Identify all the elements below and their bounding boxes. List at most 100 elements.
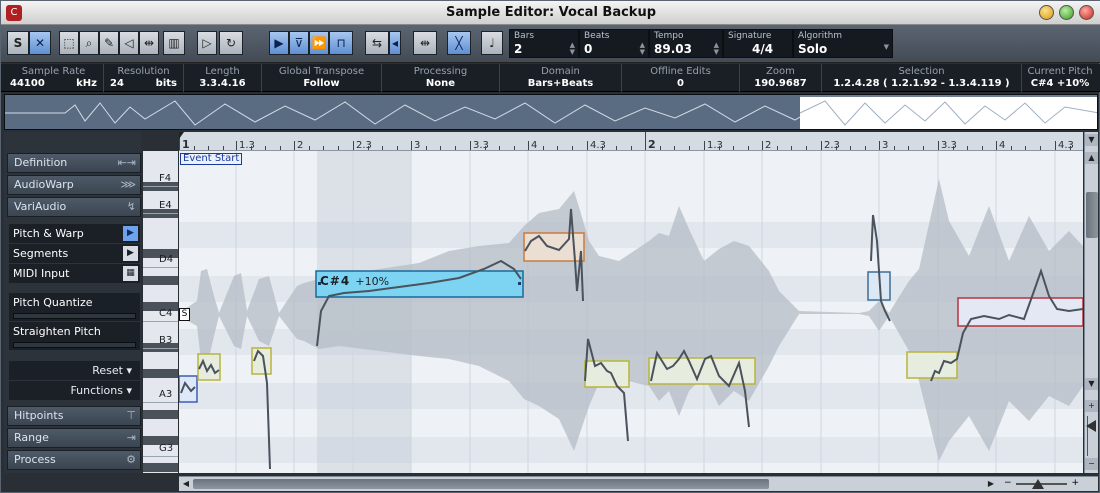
split-button[interactable]: ⇹ bbox=[413, 31, 437, 55]
horizontal-zoom-slider[interactable]: − + bbox=[1004, 478, 1079, 490]
timewarp-tool[interactable]: ▥ bbox=[163, 31, 185, 55]
algorithm-value[interactable]: Solo bbox=[798, 42, 827, 56]
ruler-start-marker[interactable] bbox=[179, 132, 184, 139]
info-current-pitch[interactable]: Current Pitch C#4 +10% bbox=[1022, 64, 1098, 92]
hzoom-plus-icon[interactable]: + bbox=[1071, 478, 1079, 488]
algorithm-dropdown-arrow[interactable]: ▼ bbox=[884, 44, 889, 51]
sample-editor-window: C Sample Editor: Vocal Backup S ✕ ⬚ ⌕ ✎ … bbox=[0, 0, 1100, 493]
waveform-editor[interactable]: Event Start C#4 +10% bbox=[179, 151, 1083, 473]
section-range[interactable]: Range ⇥ bbox=[7, 428, 141, 448]
range-icon: ⇥ bbox=[126, 431, 136, 444]
loop-button[interactable]: ↻ bbox=[219, 31, 243, 55]
piano-black-key[interactable] bbox=[143, 409, 178, 419]
section-variaudio[interactable]: VariAudio ↯ bbox=[7, 197, 141, 217]
vertical-scrollbar[interactable]: ▼ ▲ ▼ + − bbox=[1084, 132, 1098, 473]
listen-speaker-button[interactable]: ✕ bbox=[29, 31, 51, 55]
segment[interactable] bbox=[584, 360, 630, 388]
beats-spinner[interactable]: ▲ ▼ bbox=[640, 42, 645, 56]
pitch-quantize-slider[interactable] bbox=[13, 313, 136, 319]
info-offline-edits[interactable]: Offline Edits 0 bbox=[622, 64, 740, 92]
section-hitpoints[interactable]: Hitpoints ⊤ bbox=[7, 406, 141, 426]
overview-line[interactable] bbox=[4, 94, 1098, 130]
info-global-transpose[interactable]: Global Transpose Follow bbox=[262, 64, 382, 92]
zoom-tool[interactable]: ⌕ bbox=[79, 31, 99, 55]
audiowarp-icon: ⋙ bbox=[120, 178, 136, 191]
show-regions-button[interactable]: ⏩ bbox=[309, 31, 329, 55]
maximize-button[interactable] bbox=[1059, 5, 1074, 20]
close-button[interactable] bbox=[1079, 5, 1094, 20]
section-process[interactable]: Process ⚙ bbox=[7, 450, 141, 470]
selected-segment-label: C#4 +10% bbox=[320, 274, 389, 288]
info-processing[interactable]: Processing None bbox=[382, 64, 500, 92]
scroll-top-arrow-icon[interactable]: ▲ bbox=[1085, 152, 1098, 164]
section-audiowarp[interactable]: AudioWarp ⋙ bbox=[7, 175, 141, 195]
info-sample-rate[interactable]: Sample Rate 44100 kHz bbox=[4, 64, 104, 92]
tempo-value[interactable]: 89.03 bbox=[654, 42, 692, 56]
straighten-pitch-slider[interactable] bbox=[13, 342, 136, 348]
beats-value[interactable]: 0 bbox=[584, 42, 592, 56]
solo-editor-button[interactable]: S bbox=[7, 31, 29, 55]
algorithm-field[interactable]: Algorithm Solo ▼ bbox=[793, 29, 893, 58]
minimize-button[interactable] bbox=[1039, 5, 1054, 20]
segment[interactable] bbox=[906, 351, 958, 379]
pitch-quantize-control[interactable]: Pitch Quantize bbox=[9, 293, 140, 321]
signature-value[interactable]: 4/4 bbox=[752, 42, 773, 56]
info-length[interactable]: Length 3.3.4.16 bbox=[184, 64, 262, 92]
snap-zero-button[interactable]: ⊽ bbox=[289, 31, 309, 55]
mode-midi-input[interactable]: MIDI Input ▦ bbox=[9, 264, 140, 283]
functions-menu[interactable]: Functions ▾ bbox=[9, 381, 140, 400]
scroll-left-arrow-icon[interactable]: ◀ bbox=[180, 478, 192, 490]
vertical-zoom-knob[interactable] bbox=[1086, 420, 1096, 432]
ruler-subtick bbox=[719, 146, 720, 150]
straighten-pitch-control[interactable]: Straighten Pitch bbox=[9, 322, 140, 350]
ruler-subtick bbox=[894, 146, 895, 150]
info-zoom[interactable]: Zoom 190.9687 bbox=[740, 64, 822, 92]
hitpoints-button[interactable]: ⊓ bbox=[329, 31, 353, 55]
section-definition[interactable]: Definition ⇤⇥ bbox=[7, 153, 141, 173]
scroll-down-arrow-icon[interactable]: ▼ bbox=[1085, 378, 1098, 390]
bars-spinner[interactable]: ▲ ▼ bbox=[570, 42, 575, 56]
tempo-spinner[interactable]: ▲ ▼ bbox=[714, 42, 719, 56]
reset-menu[interactable]: Reset ▾ bbox=[9, 361, 140, 380]
tempo-field[interactable]: Tempo 89.03 ▲ ▼ bbox=[649, 29, 723, 58]
autoscroll-button[interactable]: ▶ bbox=[269, 31, 289, 55]
piano-black-key[interactable] bbox=[143, 369, 178, 379]
piano-black-key[interactable] bbox=[143, 275, 178, 285]
scroll-right-arrow-icon[interactable]: ▶ bbox=[985, 478, 997, 490]
ruler-tick bbox=[762, 141, 763, 150]
ruler-subtick bbox=[836, 146, 837, 150]
segment[interactable] bbox=[957, 297, 1083, 327]
ruler-subtick bbox=[397, 146, 398, 150]
scrub-tool[interactable]: ⇹ bbox=[139, 31, 159, 55]
bars-value[interactable]: 2 bbox=[514, 42, 522, 56]
cursor-snap-button[interactable]: ╳ bbox=[447, 31, 471, 55]
draw-tool[interactable]: ✎ bbox=[99, 31, 119, 55]
piano-black-key[interactable] bbox=[143, 463, 178, 473]
piano-keyboard[interactable]: F4 E4 D4 C4 B3 A3 G3 bbox=[143, 151, 178, 473]
snap-mode-button[interactable]: ⇆ bbox=[365, 31, 389, 55]
vzoom-minus-icon[interactable]: − bbox=[1085, 458, 1098, 470]
hzoom-minus-icon[interactable]: − bbox=[1004, 478, 1012, 488]
hzoom-knob[interactable] bbox=[1032, 479, 1044, 489]
time-ruler[interactable]: 1 1.3 2 2.3 3 3.3 4 4.3 2 1.3 2 2.3 3 3.3 4 4.3 bbox=[179, 132, 1083, 151]
horizontal-scrollbar[interactable]: ◀ ▶ − + bbox=[179, 476, 1098, 491]
start-marker[interactable]: S bbox=[179, 308, 190, 321]
info-resolution[interactable]: Resolution 24 bits bbox=[104, 64, 184, 92]
play-button[interactable]: ▷ bbox=[197, 31, 217, 55]
vzoom-plus-icon[interactable]: + bbox=[1085, 400, 1098, 412]
bars-field[interactable]: Bars 2 ▲ ▼ bbox=[509, 29, 579, 58]
mode-pitch-warp[interactable]: Pitch & Warp ▶ bbox=[9, 224, 140, 243]
info-selection[interactable]: Selection 1.2.4.28 ( 1.2.1.92 - 1.3.4.11… bbox=[822, 64, 1022, 92]
snap-options-button[interactable]: ◂ bbox=[389, 31, 401, 55]
range-selection-tool[interactable]: ⬚ bbox=[59, 31, 79, 55]
vertical-scroll-thumb[interactable] bbox=[1086, 192, 1098, 238]
scroll-up-arrow-icon[interactable]: ▼ bbox=[1085, 134, 1098, 146]
mode-segments[interactable]: Segments ▶ bbox=[9, 244, 140, 263]
horizontal-scroll-thumb[interactable] bbox=[193, 479, 769, 489]
musical-mode-button[interactable]: ♩ bbox=[481, 31, 503, 55]
signature-field[interactable]: Signature 4/4 bbox=[723, 29, 793, 58]
beats-field[interactable]: Beats 0 ▲ ▼ bbox=[579, 29, 649, 58]
play-tool[interactable]: ◁ bbox=[119, 31, 139, 55]
info-domain[interactable]: Domain Bars+Beats bbox=[500, 64, 622, 92]
event-start-marker[interactable]: Event Start bbox=[180, 153, 243, 165]
